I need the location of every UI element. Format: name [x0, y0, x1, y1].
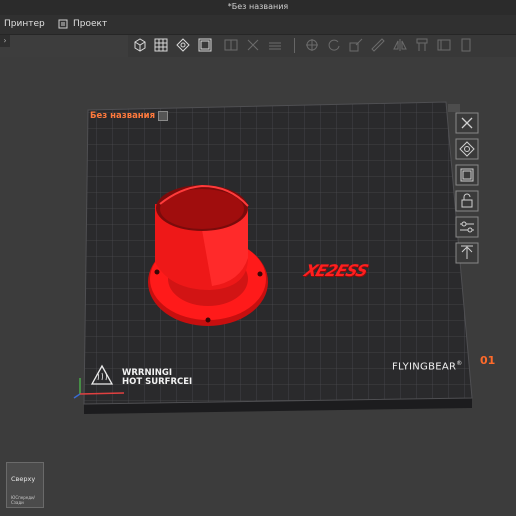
view-cube-label: Сверху [11, 475, 36, 483]
arrange-icon[interactable] [455, 164, 479, 186]
view-cube-sub: ЮСпереди/Сзади [11, 495, 35, 505]
lock-icon[interactable] [455, 190, 479, 212]
delete-icon[interactable] [455, 112, 479, 134]
build-plate[interactable] [0, 0, 516, 516]
export-icon[interactable] [455, 242, 479, 264]
brand-logo: FLYINGBEAR® [392, 360, 463, 372]
brand-name: FLYINGBEAR [392, 361, 457, 373]
view-cube[interactable]: Сверху ЮСпереди/Сзади [6, 462, 44, 508]
plate-lock-icon[interactable] [158, 111, 168, 121]
hot-surface-warning: WRRNINGI HOT SURFRCEI [122, 369, 192, 387]
model-text[interactable]: XE2ESS [302, 261, 370, 280]
brand-mark: ® [456, 360, 463, 367]
settings-icon[interactable] [455, 216, 479, 238]
warning-line-2: HOT SURFRCEI [122, 377, 193, 387]
plate-name[interactable]: Без названия [90, 111, 155, 121]
plate-auto-orient-icon[interactable] [455, 138, 479, 160]
plate-index: 01 [480, 354, 496, 367]
